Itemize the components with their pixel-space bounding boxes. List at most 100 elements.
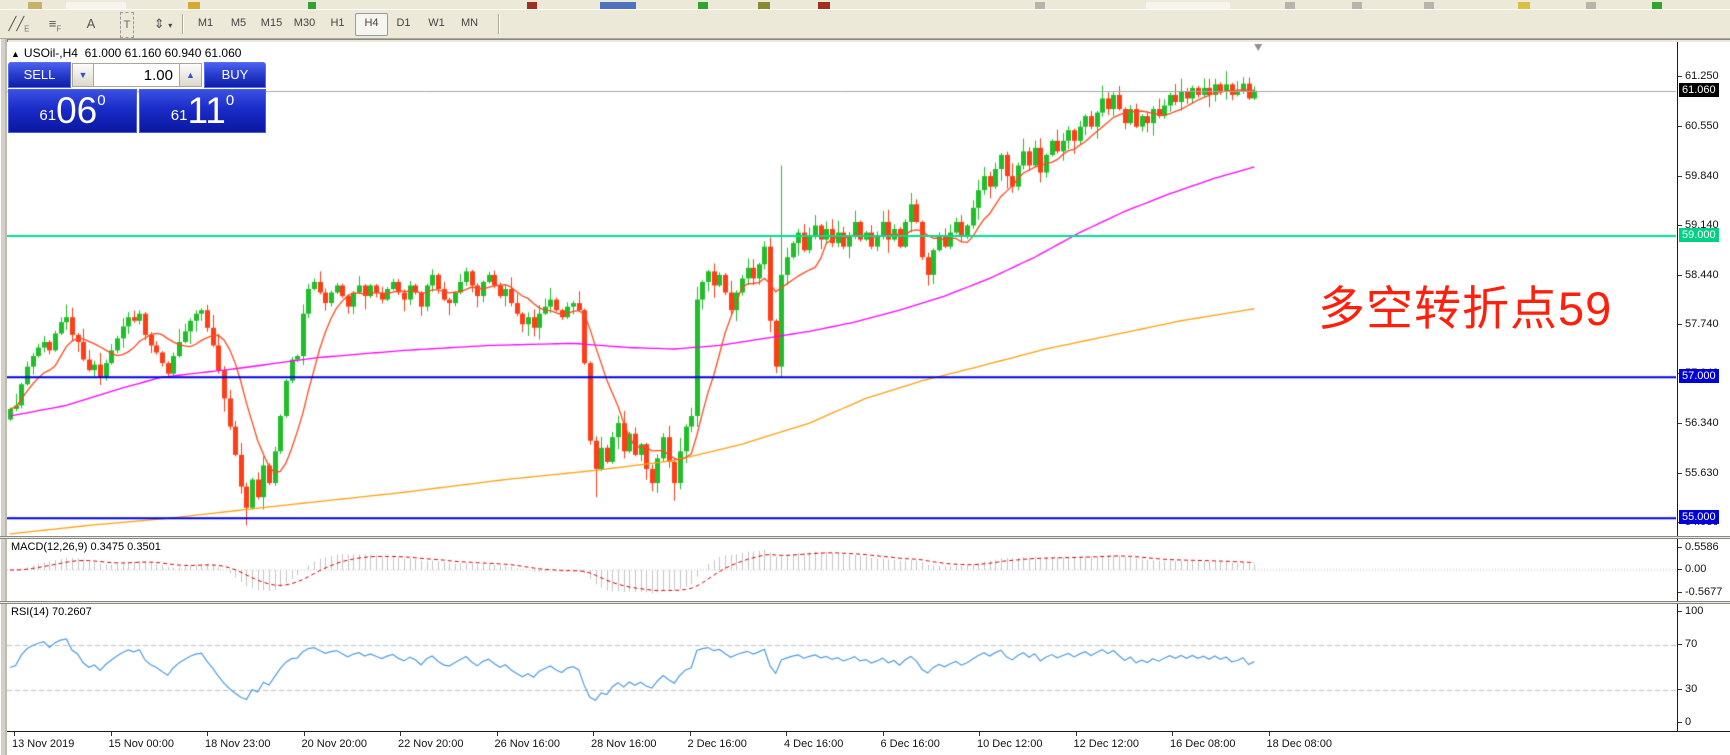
timeframe-button-H4[interactable]: H4 — [355, 13, 388, 36]
symbol-arrow-icon: ▲ — [11, 49, 20, 59]
price-axis[interactable]: 61.25060.55059.84059.14058.44057.74057.0… — [1677, 42, 1730, 536]
cropped-icon — [527, 2, 537, 9]
chart-text-annotation[interactable]: 多空转折点59 — [1318, 270, 1612, 339]
toolbar-separator — [498, 14, 499, 34]
time-label: 18 Dec 08:00 — [1266, 738, 1332, 750]
time-label: 12 Dec 12:00 — [1073, 738, 1139, 750]
time-tick — [207, 732, 208, 736]
volume-input[interactable] — [94, 63, 180, 87]
price-tick-57.740: 57.740 — [1678, 318, 1719, 330]
timeframe-button-MN[interactable]: MN — [454, 13, 485, 34]
rsi-tick-0: 0 — [1678, 716, 1691, 728]
time-tick — [496, 732, 498, 736]
trendline-e-icon[interactable]: ╱╱E — [4, 12, 34, 36]
price-tick-56.340: 56.340 — [1678, 417, 1719, 429]
volume-increase-button[interactable]: ▲ — [180, 63, 202, 87]
macd-label: MACD(12,26,9) 0.3475 0.3501 — [11, 541, 161, 553]
rsi-tick-70: 70 — [1678, 638, 1697, 650]
volume-decrease-button[interactable]: ▼ — [72, 63, 94, 87]
time-tick — [786, 732, 787, 736]
cropped-icon — [1035, 2, 1045, 9]
main-chart-panel[interactable]: ▲ USOil-,H4 61.000 61.160 60.940 61.060 S… — [7, 42, 1676, 536]
sell-button[interactable]: SELL — [8, 62, 71, 88]
time-tick — [110, 732, 112, 736]
time-label: 6 Dec 16:00 — [880, 738, 940, 750]
time-label: 18 Nov 23:00 — [205, 738, 271, 750]
sell-price-tile[interactable]: 61060 — [8, 89, 137, 133]
time-tick — [303, 732, 305, 736]
time-tick — [979, 732, 980, 736]
chart-symbol: USOil-,H4 — [23, 46, 78, 60]
time-label: 26 Nov 16:00 — [494, 738, 560, 750]
sell-price-point: 0 — [97, 92, 106, 109]
macd-tick-0.00: 0.00 — [1678, 563, 1706, 575]
time-tick — [689, 732, 691, 736]
time-tick — [1268, 732, 1270, 736]
toolbar-separator — [182, 14, 183, 34]
macd-tick-0.5586: 0.5586 — [1678, 541, 1719, 553]
rsi-axis[interactable]: 100 70 30 0 — [1677, 604, 1730, 731]
time-label: 2 Dec 16:00 — [687, 738, 747, 750]
cropped-icon — [188, 2, 200, 9]
cursor-mode-icon[interactable]: ⇕ ▾ — [148, 12, 178, 36]
timeframe-button-M15[interactable]: M15 — [256, 13, 287, 34]
price-tick-58.440: 58.440 — [1678, 269, 1719, 281]
price-tick-60.550: 60.550 — [1678, 120, 1719, 132]
cropped-icon — [818, 2, 830, 9]
text-a-icon[interactable]: A — [76, 12, 106, 36]
buy-button[interactable]: BUY — [204, 62, 266, 88]
cropped-icon — [308, 2, 316, 9]
time-axis[interactable]: 13 Nov 2019 15 Nov 00:00 18 Nov 23:00 20 No… — [7, 731, 1730, 755]
sell-price-whole: 61 — [39, 107, 57, 124]
cropped-icon — [1146, 2, 1230, 9]
rsi-tick-30: 30 — [1678, 683, 1697, 695]
price-tick-59.840: 59.840 — [1678, 170, 1719, 182]
timeframe-button-H1[interactable]: H1 — [322, 13, 353, 34]
cropped-icon — [1652, 2, 1662, 9]
cropped-upper-toolbar — [0, 0, 1730, 10]
rsi-tick-100: 100 — [1678, 605, 1703, 617]
textlabel-t-icon[interactable]: T — [112, 12, 142, 38]
price-badge-61.060: 61.060 — [1679, 82, 1719, 97]
cropped-icon — [1518, 2, 1530, 9]
rsi-canvas[interactable] — [7, 604, 1676, 731]
price-badge-55.000: 55.000 — [1679, 510, 1719, 525]
cropped-icon — [1285, 2, 1295, 9]
timeframe-button-M30[interactable]: M30 — [289, 13, 320, 34]
buy-price-whole: 61 — [170, 107, 188, 124]
chart-ohlc-values: 61.000 61.160 60.940 61.060 — [84, 46, 242, 60]
cropped-icon — [600, 2, 636, 9]
timeframe-button-M1[interactable]: M1 — [190, 13, 221, 34]
macd-axis[interactable]: 0.5586 0.00 -0.5677 — [1677, 539, 1730, 601]
timeframe-button-D1[interactable]: D1 — [388, 13, 419, 34]
price-badge-57.000: 57.000 — [1679, 369, 1719, 384]
buy-price-tile[interactable]: 61110 — [139, 89, 266, 133]
macd-panel[interactable]: MACD(12,26,9) 0.3475 0.3501 — [7, 539, 1676, 601]
price-tick-55.630: 55.630 — [1678, 467, 1719, 479]
buy-price-pips: 11 — [187, 90, 226, 131]
sell-price-pips: 06 — [56, 90, 98, 131]
cropped-icon — [698, 2, 708, 9]
time-label: 15 Nov 00:00 — [108, 738, 174, 750]
time-tick — [400, 732, 401, 736]
time-label: 28 Nov 16:00 — [591, 738, 657, 750]
time-tick — [1075, 732, 1077, 736]
time-tick — [14, 732, 15, 736]
grid-f-icon[interactable]: ≡F — [40, 12, 70, 36]
price-badge-59.000: 59.000 — [1679, 228, 1719, 243]
cropped-icon — [28, 2, 42, 9]
timeframe-button-W1[interactable]: W1 — [421, 13, 452, 34]
toolbar: ╱╱E ≡F A T ⇕ ▾ M1 M5 M15 M30 H1 H4 D1 W1 MN — [0, 10, 1730, 39]
cropped-icon — [1586, 2, 1596, 9]
time-label: 10 Dec 12:00 — [977, 738, 1043, 750]
time-tick — [593, 732, 594, 736]
timeframe-button-M5[interactable]: M5 — [223, 13, 254, 34]
time-label: 22 Nov 20:00 — [398, 738, 464, 750]
price-tick-61.250: 61.250 — [1678, 70, 1719, 82]
rsi-panel[interactable]: RSI(14) 70.2607 — [7, 604, 1676, 731]
macd-tick--0.5677: -0.5677 — [1678, 586, 1722, 598]
cropped-icon — [1352, 2, 1362, 9]
macd-canvas[interactable] — [7, 539, 1676, 601]
time-label: 4 Dec 16:00 — [784, 738, 844, 750]
cropped-icon — [758, 2, 770, 9]
